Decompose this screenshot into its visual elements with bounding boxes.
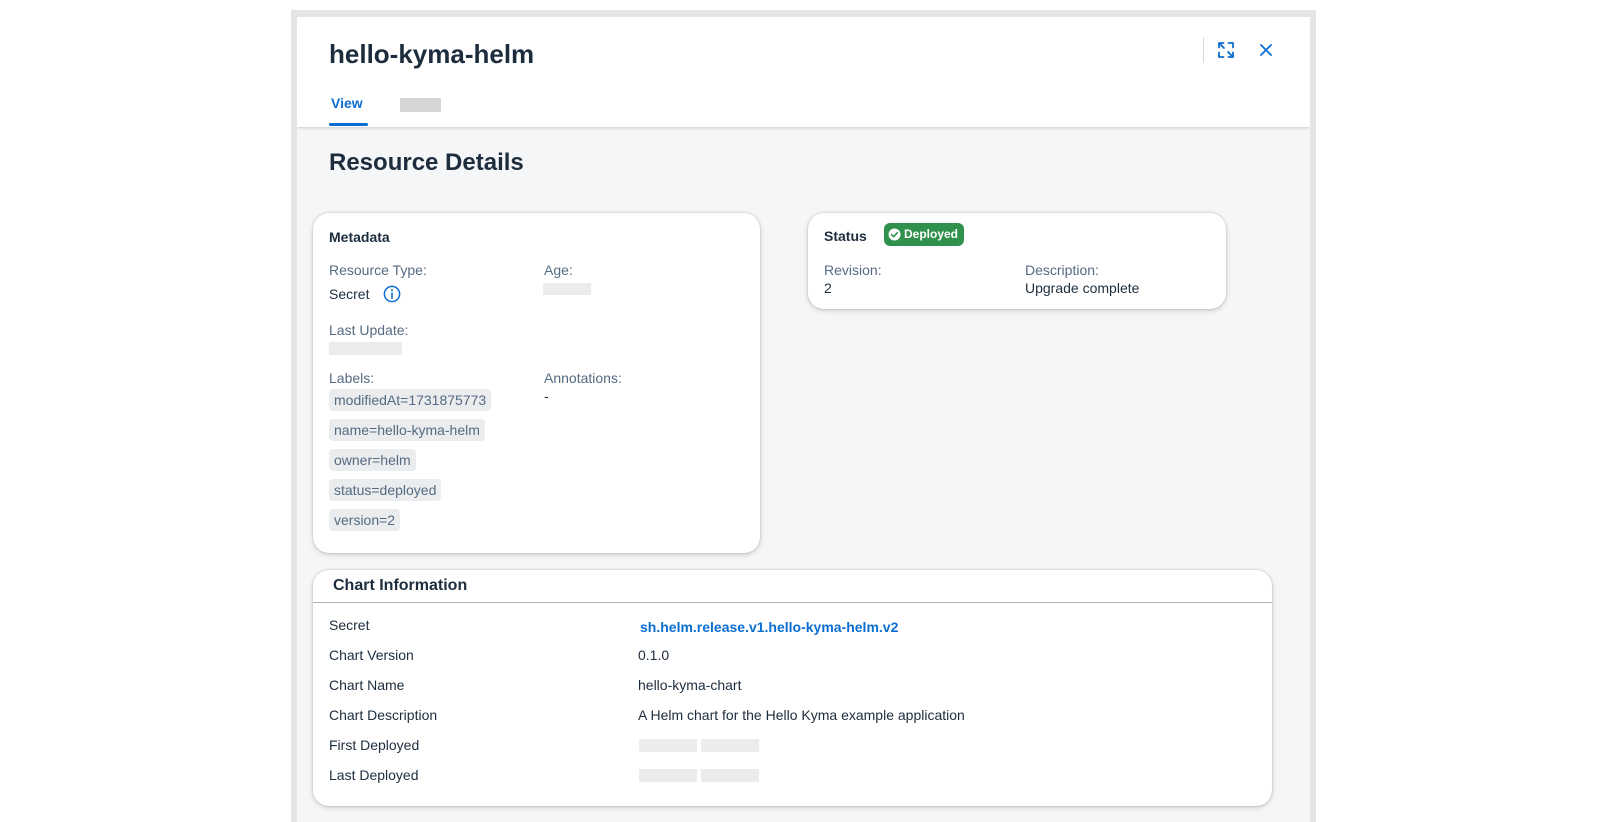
first-deployed-label: First Deployed (329, 737, 420, 753)
age-label: Age: (544, 262, 573, 278)
labels-label: Labels: (329, 370, 375, 386)
secret-label: Secret (329, 617, 370, 633)
chart-name-label: Chart Name (329, 677, 405, 693)
description-value: Upgrade complete (1025, 280, 1140, 296)
description-label: Description: (1025, 262, 1099, 278)
last-update-value-redacted (329, 342, 402, 355)
metadata-title: Metadata (329, 229, 390, 245)
page-title: hello-kyma-helm (329, 39, 535, 69)
chart-description-value: A Helm chart for the Hello Kyma example … (638, 707, 965, 723)
label-chip: status=deployed (329, 479, 442, 501)
chart-version-value: 0.1.0 (638, 647, 670, 663)
first-deployed-time-redacted (701, 739, 759, 752)
revision-label: Revision: (824, 262, 882, 278)
last-deployed-time-redacted (701, 769, 759, 782)
section-title: Resource Details (329, 149, 524, 176)
status-badge-text: Deployed (904, 227, 959, 241)
age-value-redacted (543, 283, 591, 295)
resource-type-value: Secret (329, 286, 370, 302)
resource-type-info-button[interactable] (383, 285, 401, 303)
info-icon (383, 285, 401, 303)
revision-value: 2 (824, 280, 832, 296)
tab-active-indicator (329, 123, 368, 126)
chart-version-label: Chart Version (329, 647, 414, 663)
check-circle-icon (888, 228, 901, 241)
label-chip: name=hello-kyma-helm (329, 419, 485, 441)
annotations-value: - (544, 388, 549, 404)
last-update-label: Last Update: (329, 322, 409, 338)
tab-view[interactable]: View (331, 95, 363, 111)
panel-header: hello-kyma-helm View (297, 17, 1310, 127)
annotations-label: Annotations: (544, 370, 622, 386)
header-separator (1203, 37, 1204, 63)
last-deployed-date-redacted (639, 769, 697, 782)
close-icon (1260, 44, 1272, 56)
label-chip: modifiedAt=1731875773 (329, 389, 492, 411)
metadata-card: Metadata Resource Type: Secret Age: Last… (313, 213, 760, 553)
status-badge: Deployed (884, 223, 965, 246)
details-panel: hello-kyma-helm View Resource Details Me… (297, 17, 1310, 822)
resource-type-label: Resource Type: (329, 262, 427, 278)
status-card: Status Deployed Revision: 2 Description:… (808, 213, 1226, 309)
status-title: Status (824, 228, 867, 244)
chart-description-label: Chart Description (329, 707, 438, 723)
chart-info-card: Chart Information Secret sh.helm.release… (313, 570, 1272, 806)
tab-redacted[interactable] (400, 98, 441, 112)
expand-button[interactable] (1212, 36, 1240, 64)
close-button[interactable] (1252, 36, 1280, 64)
chart-info-divider (313, 602, 1272, 603)
chart-name-value: hello-kyma-chart (638, 677, 742, 693)
first-deployed-date-redacted (639, 739, 697, 752)
chart-info-title: Chart Information (333, 577, 468, 594)
label-chip: version=2 (329, 509, 401, 531)
expand-icon (1218, 42, 1234, 58)
label-chip: owner=helm (329, 449, 416, 471)
secret-link[interactable]: sh.helm.release.v1.hello-kyma-helm.v2 (640, 619, 898, 635)
last-deployed-label: Last Deployed (329, 767, 419, 783)
